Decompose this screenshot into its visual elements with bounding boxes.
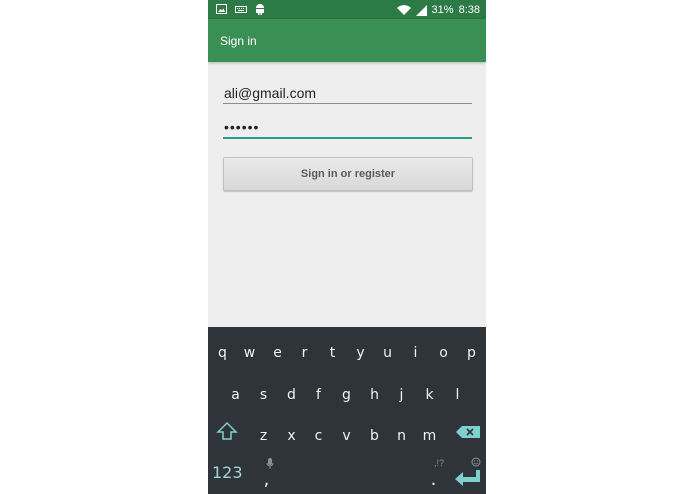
key-u[interactable]: u: [374, 340, 401, 366]
key-l[interactable]: l: [444, 382, 471, 408]
sign-in-button[interactable]: Sign in or register: [223, 157, 473, 191]
email-field[interactable]: [223, 83, 472, 104]
status-bar: 31% 8:38: [208, 0, 486, 19]
key-a[interactable]: a: [222, 382, 249, 408]
key-m[interactable]: m: [416, 423, 443, 449]
key-n[interactable]: n: [388, 423, 415, 449]
key-e[interactable]: e: [264, 340, 291, 366]
key-z[interactable]: z: [250, 423, 277, 449]
key-r[interactable]: r: [291, 340, 318, 366]
backspace-icon[interactable]: [456, 426, 480, 438]
key-b[interactable]: b: [361, 423, 388, 449]
key-q[interactable]: q: [209, 340, 236, 366]
enter-icon[interactable]: [454, 470, 482, 488]
image-icon: [216, 4, 227, 14]
key-j[interactable]: j: [388, 382, 415, 408]
password-field[interactable]: [223, 117, 472, 139]
signal-icon: [415, 4, 427, 16]
numbers-key[interactable]: 123: [212, 463, 243, 482]
key-h[interactable]: h: [361, 382, 388, 408]
key-y[interactable]: y: [347, 340, 374, 366]
period-key[interactable]: .: [420, 467, 447, 493]
key-d[interactable]: d: [278, 382, 305, 408]
key-o[interactable]: o: [430, 340, 457, 366]
emoji-icon[interactable]: [471, 457, 481, 467]
key-p[interactable]: p: [458, 340, 485, 366]
key-f[interactable]: f: [305, 382, 332, 408]
key-t[interactable]: t: [319, 340, 346, 366]
soft-keyboard: q w e r t y u i o p a s d f g h j k l z …: [208, 327, 486, 494]
key-i[interactable]: i: [402, 340, 429, 366]
key-k[interactable]: k: [416, 382, 443, 408]
shift-icon[interactable]: [216, 421, 238, 441]
app-bar: Sign in: [208, 19, 486, 62]
key-c[interactable]: c: [305, 423, 332, 449]
key-w[interactable]: w: [236, 340, 263, 366]
page-title: Sign in: [220, 34, 257, 48]
android-icon: [256, 4, 264, 15]
keyboard-icon: [235, 6, 247, 13]
battery-percent: 31%: [431, 4, 454, 16]
comma-key[interactable]: ,: [253, 467, 280, 493]
wifi-icon: [396, 5, 411, 15]
key-x[interactable]: x: [278, 423, 305, 449]
status-indicators: 31% 8:38: [396, 3, 480, 17]
key-g[interactable]: g: [333, 382, 360, 408]
key-s[interactable]: s: [250, 382, 277, 408]
phone-screen: 31% 8:38 Sign in Sign in or register q w…: [208, 0, 486, 494]
key-v[interactable]: v: [333, 423, 360, 449]
clock: 8:38: [458, 4, 480, 16]
